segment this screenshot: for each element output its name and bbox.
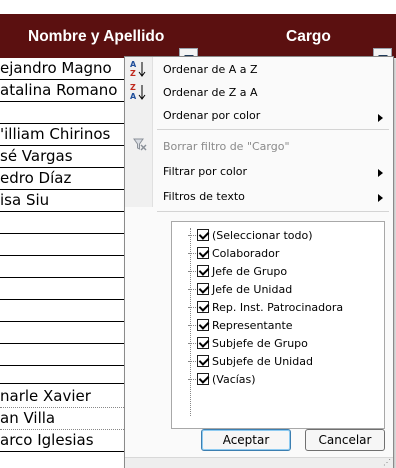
- svg-text:Z: Z: [130, 69, 136, 78]
- checkbox-checked[interactable]: [197, 337, 209, 349]
- sort-za-icon: Z A: [130, 83, 146, 101]
- menu-clear-filter[interactable]: Borrar filtro de "Cargo": [163, 140, 290, 153]
- checkbox-checked[interactable]: [197, 355, 209, 367]
- table-row[interactable]: [0, 366, 128, 384]
- list-item-label: Representante: [212, 318, 293, 332]
- cell-nombre: 'illiam Chirinos: [0, 125, 111, 143]
- menu-sort-by-color[interactable]: Ordenar por color: [163, 109, 260, 122]
- table-row[interactable]: an Villa: [0, 408, 128, 430]
- checkbox-checked[interactable]: [197, 229, 209, 241]
- table-row[interactable]: [0, 300, 128, 322]
- cell-nombre: an Villa: [0, 409, 56, 427]
- table-row[interactable]: [0, 278, 128, 300]
- clear-filter-icon: [133, 138, 147, 151]
- table-row[interactable]: [0, 212, 128, 234]
- cell-nombre: ejandro Magno: [0, 59, 112, 77]
- table-row[interactable]: [0, 322, 128, 344]
- menu-separator: [157, 129, 389, 130]
- cell-nombre: edro Díaz: [0, 169, 72, 187]
- column-header-nombre: Nombre y Apellido: [28, 28, 165, 45]
- cell-nombre: arco Iglesias: [0, 431, 94, 449]
- cell-nombre: isa Siu: [0, 191, 50, 209]
- checkbox-checked[interactable]: [197, 283, 209, 295]
- table-row[interactable]: [0, 234, 128, 256]
- menu-filter-by-color[interactable]: Filtrar por color: [163, 165, 247, 178]
- submenu-arrow-icon: [378, 114, 383, 122]
- filter-values-list: (Seleccionar todo) Colaborador Jefe de G…: [171, 221, 385, 429]
- submenu-arrow-icon: [378, 169, 383, 177]
- menu-icon-strip: [125, 57, 153, 207]
- list-item[interactable]: Subjefe de Grupo: [188, 335, 308, 351]
- list-item-label: Jefe de Unidad: [212, 282, 293, 296]
- table-row[interactable]: arco Iglesias: [0, 430, 128, 452]
- table-row[interactable]: narle Xavier: [0, 386, 128, 408]
- menu-sort-za[interactable]: Ordenar de Z a A: [163, 86, 258, 99]
- list-item-label: Subjefe de Grupo: [212, 336, 308, 350]
- table-row[interactable]: [0, 102, 128, 124]
- table-row[interactable]: sé Vargas: [0, 146, 128, 168]
- table-row[interactable]: atalina Romano: [0, 80, 128, 102]
- list-item-label: Rep. Inst. Patrocinadora: [212, 300, 344, 314]
- table-row[interactable]: ejandro Magno: [0, 58, 128, 80]
- list-item-label: (Vacías): [212, 372, 256, 386]
- list-item-label: (Seleccionar todo): [212, 228, 313, 242]
- sort-az-icon: A Z: [130, 60, 146, 78]
- table-row[interactable]: [0, 256, 128, 278]
- resize-grip-icon[interactable]: ⋰: [383, 459, 391, 467]
- list-item[interactable]: Jefe de Unidad: [188, 281, 292, 297]
- cell-nombre: atalina Romano: [0, 81, 118, 99]
- cancel-button[interactable]: Cancelar: [305, 429, 385, 451]
- list-item[interactable]: (Vacías): [188, 371, 256, 387]
- checkbox-checked[interactable]: [197, 301, 209, 313]
- list-item[interactable]: Subjefe de Unidad: [188, 353, 313, 369]
- cell-nombre: sé Vargas: [0, 147, 73, 165]
- menu-separator: [157, 211, 389, 212]
- submenu-arrow-icon: [378, 194, 383, 202]
- list-item-select-all[interactable]: (Seleccionar todo): [188, 227, 313, 243]
- list-item-label: Subjefe de Unidad: [212, 354, 313, 368]
- table-row[interactable]: edro Díaz: [0, 168, 128, 190]
- column-header-cargo: Cargo: [286, 28, 331, 45]
- list-item[interactable]: Representante: [188, 317, 293, 333]
- list-item[interactable]: Rep. Inst. Patrocinadora: [188, 299, 343, 315]
- header-row: Nombre y Apellido Cargo: [0, 14, 396, 66]
- svg-text:Z: Z: [130, 83, 136, 92]
- table-row[interactable]: 'illiam Chirinos: [0, 124, 128, 146]
- checkbox-checked[interactable]: [197, 265, 209, 277]
- list-item-label: Jefe de Grupo: [212, 264, 288, 278]
- checkbox-checked[interactable]: [197, 373, 209, 385]
- list-item[interactable]: Jefe de Grupo: [188, 263, 287, 279]
- resize-bar[interactable]: ⋰: [125, 457, 393, 468]
- checkbox-checked[interactable]: [197, 247, 209, 259]
- svg-text:A: A: [130, 60, 137, 69]
- table-row[interactable]: isa Siu: [0, 190, 128, 212]
- list-item[interactable]: Colaborador: [188, 245, 279, 261]
- filter-dropdown-panel: A Z Ordenar de A a Z Z A Ordenar de Z a …: [124, 56, 394, 468]
- cell-nombre: narle Xavier: [0, 387, 91, 405]
- list-item-label: Colaborador: [212, 246, 280, 260]
- ok-button[interactable]: Aceptar: [201, 429, 291, 451]
- table-row[interactable]: [0, 344, 128, 366]
- svg-text:A: A: [130, 92, 137, 101]
- menu-sort-az[interactable]: Ordenar de A a Z: [163, 63, 258, 76]
- checkbox-checked[interactable]: [197, 319, 209, 331]
- menu-text-filters[interactable]: Filtros de texto: [163, 190, 245, 203]
